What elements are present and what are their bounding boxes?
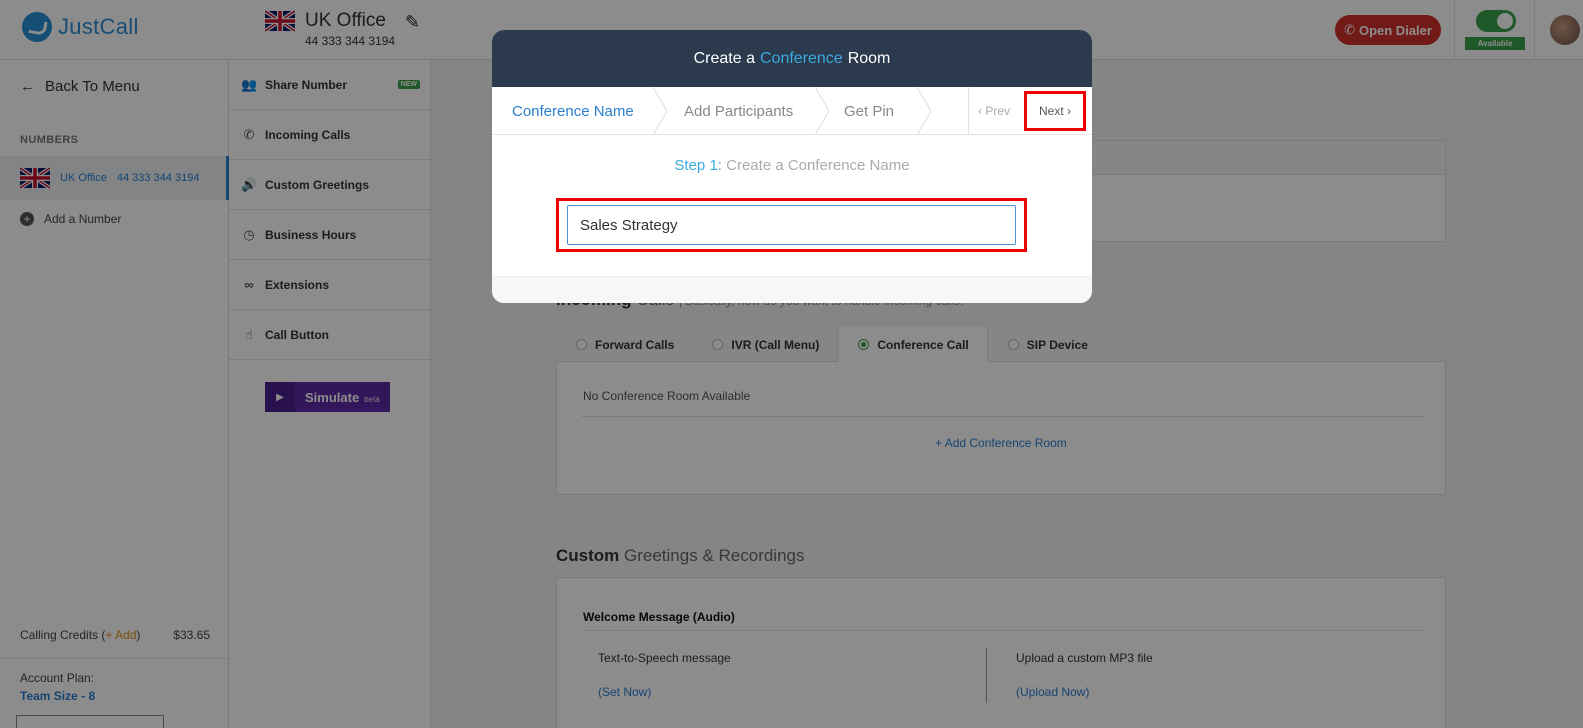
chevron-left-icon: ‹	[977, 104, 982, 118]
step-get-pin[interactable]: Get Pin	[844, 87, 894, 135]
step-number: Step 1:	[674, 157, 722, 174]
chevron-right-icon: ›	[1063, 104, 1072, 118]
modal-title: Create a Conference Room	[492, 30, 1092, 87]
modal-title-b: Room	[847, 49, 891, 67]
modal-title-highlight: Conference	[759, 49, 843, 67]
wizard-nav: ‹ Prev Next ›	[968, 87, 1086, 135]
step-text: Create a Conference Name	[726, 157, 910, 174]
next-button[interactable]: Next ›	[1024, 91, 1086, 131]
chevron-divider	[917, 87, 931, 135]
next-label: Next	[1038, 104, 1064, 118]
wizard-steps: Conference Name Add Participants Get Pin…	[492, 87, 1092, 135]
modal-title-a: Create a	[693, 49, 755, 67]
prev-button[interactable]: ‹ Prev	[969, 104, 1019, 118]
step-conference-name[interactable]: Conference Name	[512, 87, 634, 135]
chevron-divider	[653, 87, 667, 135]
create-conference-modal: Create a Conference Room Conference Name…	[492, 30, 1092, 303]
prev-label: Prev	[985, 104, 1011, 118]
conference-name-input[interactable]	[567, 205, 1016, 245]
modal-footer	[492, 276, 1092, 303]
chevron-divider	[815, 87, 829, 135]
step-add-participants[interactable]: Add Participants	[684, 87, 793, 135]
step-heading: Step 1: Create a Conference Name	[492, 157, 1092, 174]
